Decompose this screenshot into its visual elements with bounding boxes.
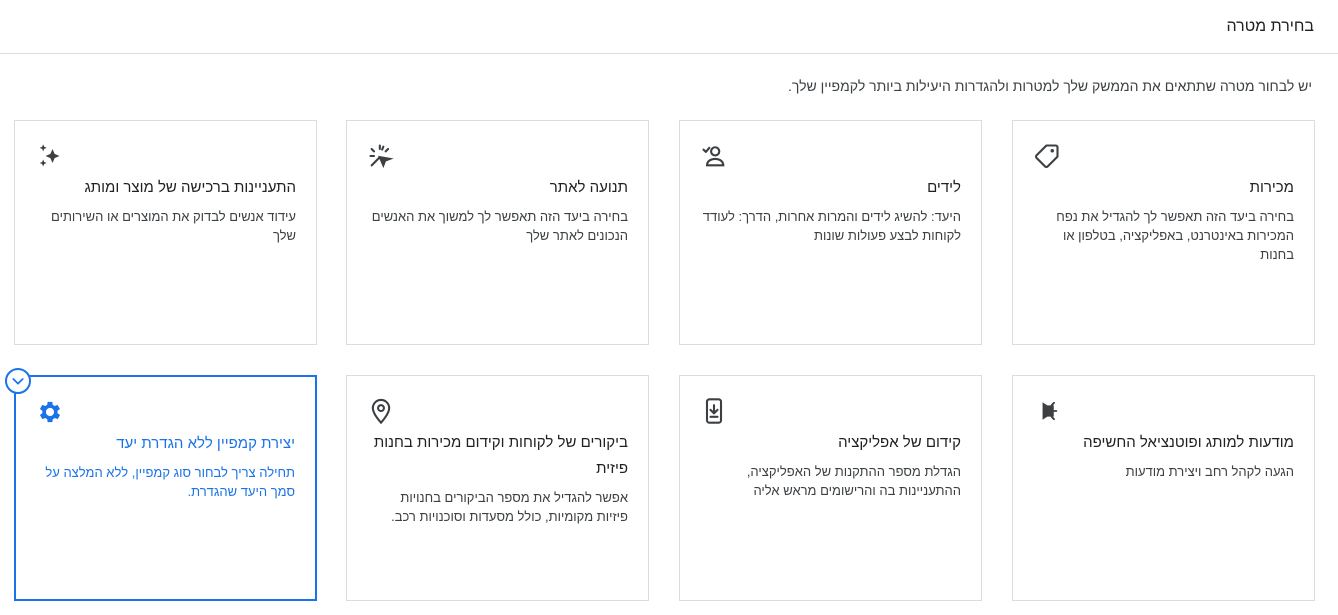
gear-icon [36,397,295,427]
goal-card-website-traffic[interactable]: תנועה לאתר בחירה ביעד הזה תאפשר לך למשוך… [346,120,649,345]
mobile-download-icon [700,396,961,426]
goal-card-leads[interactable]: לידים היעד: להשיג לידים והמרות אחרות, הד… [679,120,982,345]
selected-check-icon [5,368,31,394]
page-header: בחירת מטרה [0,0,1338,54]
card-description: בחירה ביעד הזה תאפשר לך להגדיל את נפח המ… [1056,209,1294,262]
sparkles-icon [35,141,296,171]
location-pin-icon [367,396,628,426]
card-title: מודעות למותג ופוטנציאל החשיפה [1083,434,1294,451]
card-title: יצירת קמפיין ללא הגדרת יעד [116,435,295,452]
card-description: היעד: להשיג לידים והמרות אחרות, הדרך: לע… [702,209,961,243]
goal-card-brand-awareness[interactable]: מודעות למותג ופוטנציאל החשיפה הגעה לקהל … [1012,375,1315,601]
card-description: עידוד אנשים לבדוק את המוצרים או השירותים… [51,209,296,243]
card-title: מכירות [1249,179,1294,196]
leads-person-icon [700,141,961,171]
card-title: לידים [927,179,961,196]
click-sparkle-icon [367,141,628,171]
tag-icon [1033,141,1294,171]
goal-cards-grid: מכירות בחירה ביעד הזה תאפשר לך להגדיל את… [5,120,1315,601]
megaphone-icon [1033,396,1294,426]
card-title: ביקורים של לקוחות וקידום מכירות בחנות פי… [373,434,628,477]
goal-card-local-store-visits[interactable]: ביקורים של לקוחות וקידום מכירות בחנות פי… [346,375,649,601]
page-title: בחירת מטרה [1226,17,1314,35]
card-description: בחירה ביעד הזה תאפשר לך למשוך את האנשים … [371,209,628,243]
card-title: קידום של אפליקציה [838,434,961,451]
card-description: הגעה לקהל רחב ויצירת מודעות [1125,464,1294,479]
page-subtitle: יש לבחור מטרה שתתאים את הממשק שלך למטרות… [788,78,1312,94]
goal-card-no-goal[interactable]: יצירת קמפיין ללא הגדרת יעד תחילה צריך לב… [5,368,317,601]
goal-card-sales[interactable]: מכירות בחירה ביעד הזה תאפשר לך להגדיל את… [1012,120,1315,345]
card-title: תנועה לאתר [549,179,628,196]
goal-card-app-promotion[interactable]: קידום של אפליקציה הגדלת מספר ההתקנות של … [679,375,982,601]
card-description: תחילה צריך לבחור סוג קמפיין, ללא המלצה ע… [45,465,295,499]
goal-card-product-brand-consideration[interactable]: התעניינות ברכישה של מוצר ומותג עידוד אנש… [14,120,317,345]
card-description: הגדלת מספר ההתקנות של האפליקציה, ההתעניי… [746,464,961,498]
card-title: התעניינות ברכישה של מוצר ומותג [84,179,296,196]
card-description: אפשר להגדיל את מספר הביקורים בחנויות פיז… [391,490,628,524]
